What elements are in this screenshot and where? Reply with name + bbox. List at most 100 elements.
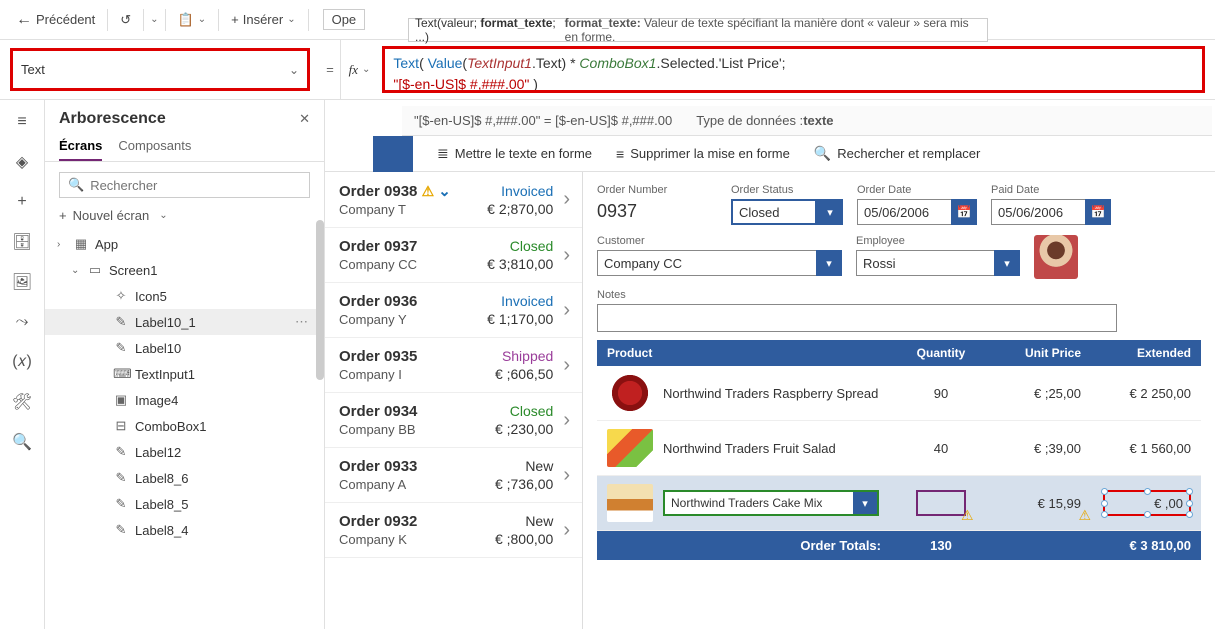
order-number-value: 0937 bbox=[597, 199, 717, 222]
tree-item[interactable]: ✎Label8_5 bbox=[45, 491, 324, 517]
order-card[interactable]: Order 0936Company YInvoiced€ 1;170,00› bbox=[325, 283, 582, 338]
chevron-down-icon[interactable]: ⌄ bbox=[150, 14, 158, 25]
chevron-right-icon[interactable]: › bbox=[559, 244, 570, 267]
order-card[interactable]: Order 0935Company IShipped€ ;606,50› bbox=[325, 338, 582, 393]
resize-handle[interactable] bbox=[1144, 511, 1151, 518]
chevron-right-icon[interactable]: › bbox=[559, 188, 570, 211]
find-replace-button[interactable]: 🔍Rechercher et remplacer bbox=[814, 145, 981, 162]
extended-cell: € 2 250,00 bbox=[1081, 386, 1191, 401]
scrollbar[interactable] bbox=[316, 220, 324, 380]
open-button[interactable]: Ope bbox=[323, 9, 366, 30]
tree-item[interactable]: ✎Label10_1⋯ bbox=[45, 309, 324, 335]
tools-icon[interactable]: 🛠 bbox=[8, 388, 36, 416]
paste-button[interactable]: 📋⌄ bbox=[172, 8, 213, 32]
product-row-editing[interactable]: Northwind Traders Cake Mix ▾ ⚠ € 15,99 €… bbox=[597, 476, 1201, 531]
close-icon[interactable]: ✕ bbox=[299, 111, 310, 127]
plus-icon[interactable]: + bbox=[8, 188, 36, 216]
media-icon[interactable]: 🖼 bbox=[8, 268, 36, 296]
resize-handle[interactable] bbox=[1186, 488, 1193, 495]
expand-icon[interactable]: › bbox=[57, 239, 67, 250]
insert-button[interactable]: + Insérer ⌄ bbox=[225, 8, 301, 31]
chevron-down-icon[interactable]: ▾ bbox=[853, 490, 879, 516]
tab-components[interactable]: Composants bbox=[118, 132, 191, 161]
data-icon[interactable]: 🗄 bbox=[8, 228, 36, 256]
tab-screens[interactable]: Écrans bbox=[59, 132, 102, 161]
more-icon[interactable]: ⋯ bbox=[295, 314, 316, 330]
new-screen-button[interactable]: + Nouvel écran ⌄ bbox=[45, 204, 324, 227]
chevron-down-icon[interactable]: ▾ bbox=[817, 199, 843, 225]
tree-item-label: Image4 bbox=[135, 393, 178, 408]
tree-item[interactable]: ✎Label8_4 bbox=[45, 517, 324, 543]
order-date-input[interactable]: 05/06/2006 📅 bbox=[857, 199, 977, 225]
tree-item[interactable]: ✎Label8_6 bbox=[45, 465, 324, 491]
tree-item[interactable]: ⌄▭Screen1 bbox=[45, 257, 324, 283]
order-amount: € ;230,00 bbox=[495, 421, 553, 437]
customer-combo[interactable]: Company CC ▾ bbox=[597, 250, 842, 276]
tree-search[interactable]: 🔍 bbox=[59, 172, 310, 198]
chevron-right-icon[interactable]: › bbox=[559, 409, 570, 432]
tree-item[interactable]: ▣Image4 bbox=[45, 387, 324, 413]
resize-handle[interactable] bbox=[1144, 488, 1151, 495]
product-row[interactable]: Northwind Traders Fruit Salad40€ ;39,00€… bbox=[597, 421, 1201, 476]
chevron-right-icon[interactable]: › bbox=[559, 299, 570, 322]
calendar-icon[interactable]: 📅 bbox=[1085, 199, 1111, 225]
chevron-down-icon[interactable]: ▾ bbox=[994, 250, 1020, 276]
command-bar: ≣Mettre le texte en forme ≡Supprimer la … bbox=[325, 136, 1215, 172]
variables-icon[interactable]: (𝑥) bbox=[8, 348, 36, 376]
tree-item[interactable]: ⊟ComboBox1 bbox=[45, 413, 324, 439]
format-text-button[interactable]: ≣Mettre le texte en forme bbox=[437, 145, 592, 162]
extended-cell: € 1 560,00 bbox=[1081, 441, 1191, 456]
paid-date-input[interactable]: 05/06/2006 📅 bbox=[991, 199, 1111, 225]
expand-icon[interactable]: ⌄ bbox=[71, 265, 81, 276]
tree-item[interactable]: ⌨TextInput1 bbox=[45, 361, 324, 387]
remove-format-button[interactable]: ≡Supprimer la mise en forme bbox=[616, 146, 790, 162]
back-button[interactable]: ← Précédent bbox=[10, 7, 101, 33]
chevron-right-icon[interactable]: › bbox=[559, 354, 570, 377]
calendar-icon[interactable]: 📅 bbox=[951, 199, 977, 225]
quantity-cell: 40 bbox=[901, 441, 981, 456]
fx-button[interactable]: fx ⌄ bbox=[340, 40, 379, 99]
undo-button[interactable]: ↺ bbox=[114, 8, 137, 32]
search-icon[interactable]: 🔍 bbox=[8, 428, 36, 456]
control-type-icon: ✎ bbox=[113, 340, 129, 356]
property-selector[interactable]: Text ⌄ bbox=[10, 48, 310, 91]
separator bbox=[218, 9, 219, 31]
order-status-combo[interactable]: Closed ▾ bbox=[731, 199, 843, 225]
search-input[interactable] bbox=[90, 178, 301, 193]
chevron-down-icon: ⌄ bbox=[198, 14, 206, 25]
order-company: Company CC bbox=[339, 257, 481, 272]
quantity-input[interactable] bbox=[916, 490, 966, 516]
chevron-right-icon[interactable]: › bbox=[559, 464, 570, 487]
chevron-down-icon[interactable]: ▾ bbox=[816, 250, 842, 276]
tree-item[interactable]: ✎Label10 bbox=[45, 335, 324, 361]
notes-input[interactable] bbox=[597, 304, 1117, 332]
order-card[interactable]: Order 0938 ⚠ ⌄Company TInvoiced€ 2;870,0… bbox=[325, 172, 582, 228]
hamburger-icon[interactable]: ≡ bbox=[8, 108, 36, 136]
tree-item[interactable]: ✧Icon5 bbox=[45, 283, 324, 309]
order-card[interactable]: Order 0933Company ANew€ ;736,00› bbox=[325, 448, 582, 503]
resize-handle[interactable] bbox=[1186, 511, 1193, 518]
separator bbox=[107, 9, 108, 31]
tooltip-signature: Text(valeur; format_texte; ...) bbox=[415, 16, 559, 44]
resize-handle[interactable] bbox=[1186, 500, 1193, 507]
employee-combo[interactable]: Rossi ▾ bbox=[856, 250, 1020, 276]
resize-handle[interactable] bbox=[1101, 500, 1108, 507]
control-type-icon: ✎ bbox=[113, 496, 129, 512]
extended-label-selected[interactable]: € ,00 bbox=[1103, 490, 1191, 516]
resize-handle[interactable] bbox=[1101, 488, 1108, 495]
flow-icon[interactable]: ⤳ bbox=[8, 308, 36, 336]
undo-icon: ↺ bbox=[120, 12, 131, 28]
tree-item[interactable]: ›▦App bbox=[45, 231, 324, 257]
formula-bar[interactable]: Text( Value(TextInput1.Text) * ComboBox1… bbox=[382, 46, 1205, 93]
order-card[interactable]: Order 0937Company CCClosed€ 3;810,00› bbox=[325, 228, 582, 283]
product-row[interactable]: Northwind Traders Raspberry Spread90€ ;2… bbox=[597, 366, 1201, 421]
order-card[interactable]: Order 0932Company KNew€ ;800,00› bbox=[325, 503, 582, 558]
order-card[interactable]: Order 0934Company BBClosed€ ;230,00› bbox=[325, 393, 582, 448]
orders-list[interactable]: Order 0938 ⚠ ⌄Company TInvoiced€ 2;870,0… bbox=[325, 172, 583, 629]
product-combo[interactable]: Northwind Traders Cake Mix ▾ bbox=[663, 490, 879, 516]
layers-icon[interactable]: ◈ bbox=[8, 148, 36, 176]
chevron-down-icon: ⌄ bbox=[289, 63, 299, 77]
tree-item[interactable]: ✎Label12 bbox=[45, 439, 324, 465]
resize-handle[interactable] bbox=[1101, 511, 1108, 518]
chevron-right-icon[interactable]: › bbox=[559, 519, 570, 542]
